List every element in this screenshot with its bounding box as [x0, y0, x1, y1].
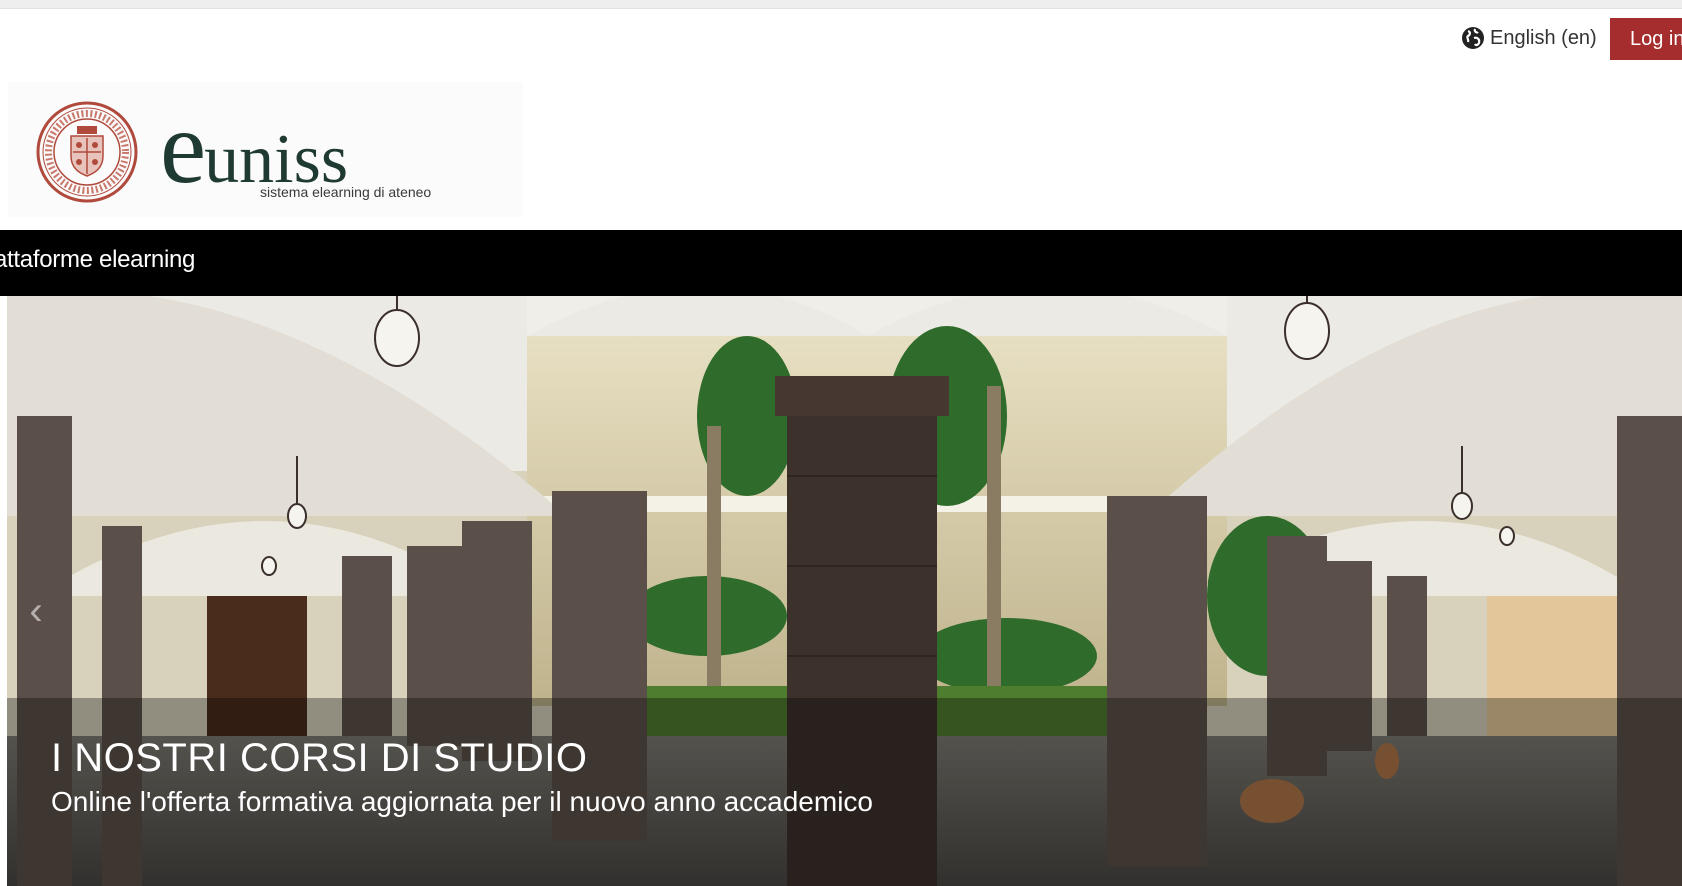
slide-subtitle: Online l'offerta formativa aggiornata pe… — [51, 786, 873, 817]
language-label: English (en) — [1490, 26, 1597, 49]
site-name-link[interactable]: attaforme elearning — [0, 246, 195, 274]
university-seal-icon — [35, 100, 139, 209]
navbar: attaforme elearning — [0, 230, 1682, 296]
slide-caption: I NOSTRI CORSI DI STUDIO Online l'offert… — [7, 698, 1682, 886]
site-logo[interactable]: euniss sistema elearning di ateneo — [8, 82, 523, 217]
globe-icon — [1460, 25, 1486, 51]
slide-title: I NOSTRI CORSI DI STUDIO — [51, 736, 588, 780]
top-edge-bar — [0, 0, 1682, 9]
brand-tagline: sistema elearning di ateneo — [260, 184, 432, 200]
login-button[interactable]: Log in — [1610, 18, 1682, 60]
chevron-left-icon: ‹ — [29, 588, 43, 633]
brand-initial: e — [160, 90, 206, 205]
language-menu[interactable]: English (en) — [1460, 24, 1597, 52]
previous-slide-button[interactable]: ‹ — [7, 586, 65, 636]
hero-carousel: ‹ I NOSTRI CORSI DI STUDIO Online l'offe… — [7, 296, 1682, 886]
